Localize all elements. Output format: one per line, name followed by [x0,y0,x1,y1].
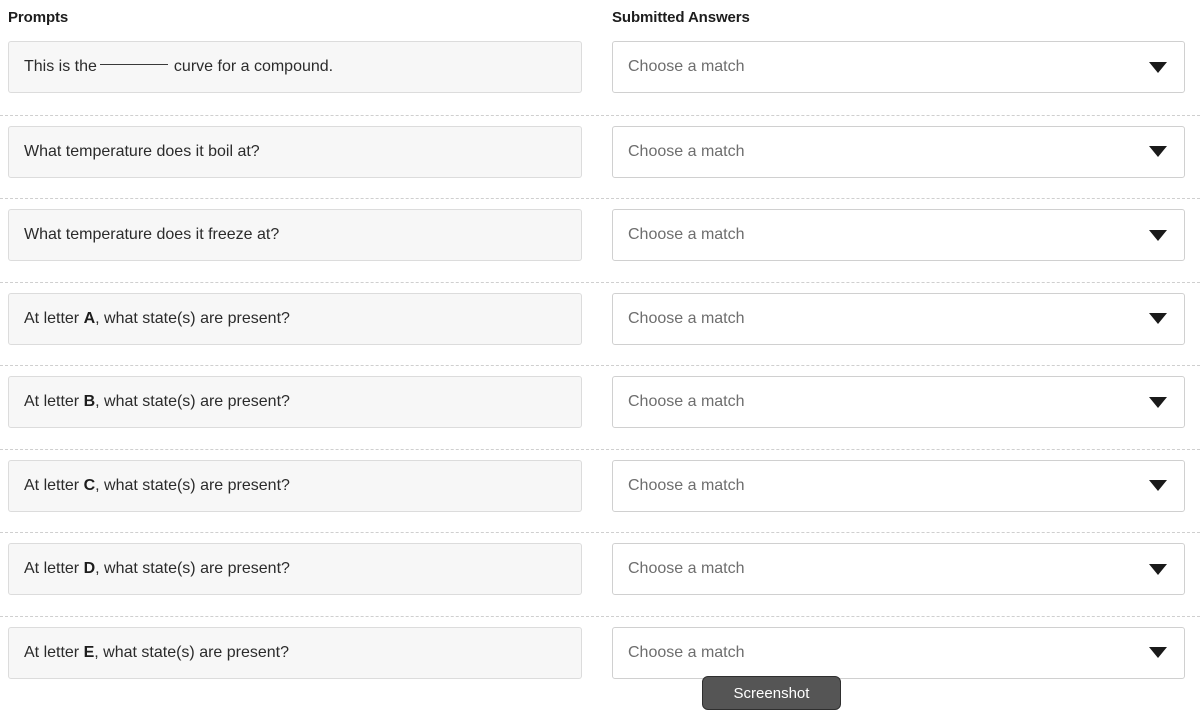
prompt-cell: At letter C, what state(s) are present? [0,450,602,522]
prompt-text-box: At letter B, what state(s) are present? [8,376,582,428]
prompt-text-box: At letter D, what state(s) are present? [8,543,582,595]
match-select-value: Choose a match [628,393,745,410]
answer-cell: Choose a match [602,450,1200,522]
match-select[interactable]: Choose a match [612,543,1185,595]
column-headers: Prompts Submitted Answers [0,0,1200,26]
prompt-text-lead: At letter [24,309,80,327]
match-row: At letter D, what state(s) are present? C… [0,532,1200,616]
prompt-text-lead: At letter [24,393,80,410]
match-row: What temperature does it boil at? Choose … [0,114,1200,199]
match-select[interactable]: Choose a match [612,376,1185,428]
chevron-down-icon [1149,313,1167,324]
match-row: What temperature does it freeze at? Choos… [0,198,1200,282]
match-select[interactable]: Choose a match [612,125,1185,178]
matching-question: Prompts Submitted Answers This is the cur… [0,0,1200,699]
chevron-down-icon [1149,146,1167,157]
match-row: At letter C, what state(s) are present? C… [0,448,1200,533]
prompt-text-box: What temperature does it freeze at? [8,209,582,261]
match-select-value: Choose a match [628,643,745,661]
chevron-down-icon [1149,61,1167,73]
match-row-list: This is the curve for a compound. Choose a… [0,31,1200,699]
prompt-text-tail: , what state(s) are present? [94,643,290,661]
match-row: At letter A, what state(s) are present? C… [0,281,1200,366]
match-select[interactable]: Choose a match [612,209,1185,261]
chevron-down-icon [1149,647,1167,658]
prompt-text-tail: , what state(s) are present? [95,393,290,410]
prompt-letter: D [83,560,96,577]
match-select[interactable]: Choose a match [612,626,1185,679]
match-row: At letter B, what state(s) are present? C… [0,365,1200,449]
prompt-cell: What temperature does it boil at? [0,116,602,188]
fill-in-blank [99,63,168,65]
prompt-cell: At letter A, what state(s) are present? [0,283,602,355]
prompt-cell: At letter D, what state(s) are present? [0,533,602,605]
prompt-text-lead: At letter [24,476,80,494]
match-select-value: Choose a match [628,226,745,243]
match-row: This is the curve for a compound. Choose a… [0,31,1200,115]
match-select[interactable]: Choose a match [612,41,1185,93]
prompt-cell: At letter E, what state(s) are present? [0,617,602,689]
answer-cell: Choose a match [602,366,1200,438]
match-select-value: Choose a match [628,309,745,327]
prompt-text-lead: At letter [24,560,80,577]
prompts-column-header: Prompts [8,9,69,26]
prompt-letter: E [83,643,95,661]
chevron-down-icon [1149,563,1167,575]
chevron-down-icon [1149,229,1167,241]
chevron-down-icon [1149,480,1167,491]
match-select-value: Choose a match [628,142,745,160]
screenshot-button[interactable]: Screenshot [702,676,841,710]
prompt-text-tail: curve for a compound. [173,58,334,75]
chevron-down-icon [1149,396,1167,408]
prompt-text-box: What temperature does it boil at? [8,125,582,178]
answer-cell: Choose a match [602,31,1200,103]
match-row: At letter E, what state(s) are present? C… [0,615,1200,700]
match-select-value: Choose a match [628,476,745,494]
match-select[interactable]: Choose a match [612,459,1185,512]
prompt-text-lead: This is the [24,58,97,75]
prompt-text-box: At letter C, what state(s) are present? [8,459,582,512]
prompt-letter: A [83,309,96,327]
prompt-text-box: This is the curve for a compound. [8,41,582,93]
answer-cell: Choose a match [602,283,1200,355]
answer-cell: Choose a match [602,617,1200,689]
prompt-text-lead: What temperature does it freeze at? [24,226,280,243]
prompt-text-box: At letter A, what state(s) are present? [8,292,582,345]
prompt-cell: What temperature does it freeze at? [0,199,602,271]
answer-cell: Choose a match [602,199,1200,271]
prompt-text-lead: At letter [24,643,80,661]
prompt-text-tail: , what state(s) are present? [95,560,290,577]
submitted-answers-column-header: Submitted Answers [612,9,750,26]
prompt-text-tail: , what state(s) are present? [95,309,290,327]
answer-cell: Choose a match [602,533,1200,605]
prompt-cell: At letter B, what state(s) are present? [0,366,602,438]
prompt-text-tail: , what state(s) are present? [95,476,290,494]
prompt-letter: B [83,393,96,410]
prompt-letter: C [83,476,96,494]
match-select-value: Choose a match [628,560,745,577]
prompt-text-box: At letter E, what state(s) are present? [8,626,582,679]
match-select-value: Choose a match [628,58,745,75]
prompt-text-lead: What temperature does it boil at? [24,142,260,160]
match-select[interactable]: Choose a match [612,292,1185,345]
prompt-cell: This is the curve for a compound. [0,31,602,103]
answer-cell: Choose a match [602,116,1200,188]
